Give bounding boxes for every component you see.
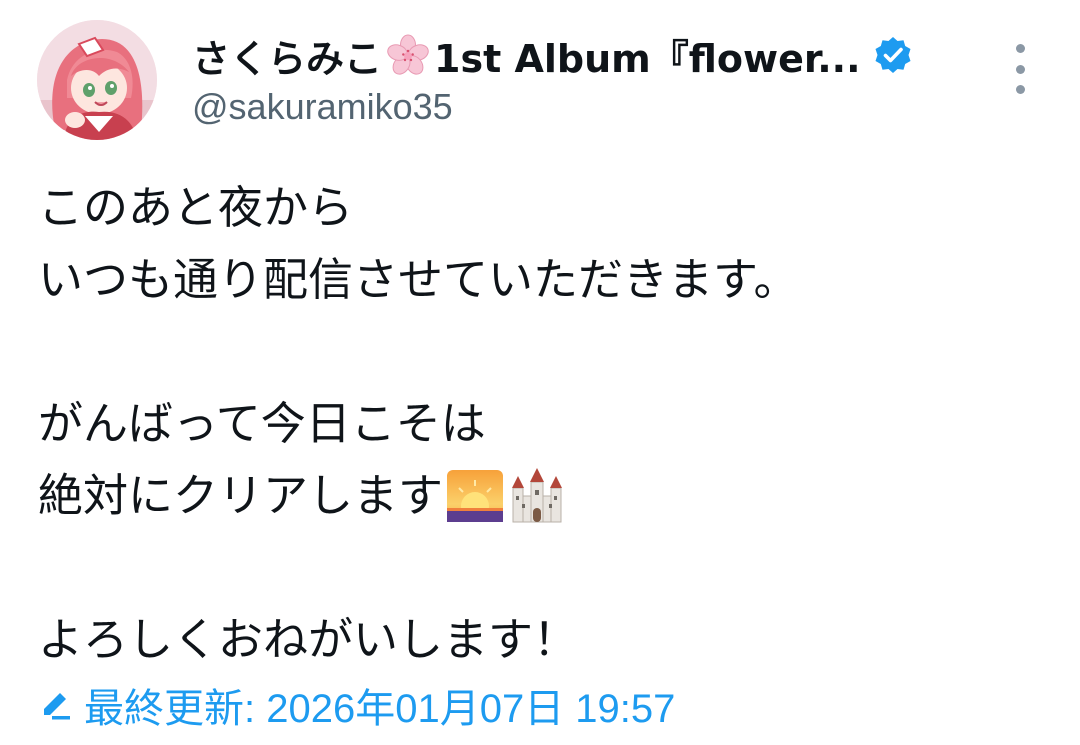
more-options-icon[interactable] (1005, 44, 1035, 94)
tweet-line: このあと夜から (38, 181, 354, 234)
tweet-line: よろしくおねがいします！ (38, 613, 579, 666)
author-name-row[interactable]: さくらみこ 1st Album『flower... (192, 28, 913, 82)
more-dot (1015, 44, 1025, 53)
more-dot (1015, 85, 1025, 94)
tweet-card: さくらみこ 1st Album『flower... @sakuramiko35 … (0, 0, 1080, 745)
tweet-line: がんばって今日こそは (38, 397, 486, 450)
avatar-image (37, 20, 157, 140)
display-name-prefix: さくらみこ (192, 36, 383, 81)
author-handle[interactable]: @sakuramiko35 (192, 86, 453, 128)
cherry-blossom-icon (384, 31, 432, 79)
edited-label: 最終更新: 2026年01月07日 19:57 (84, 687, 676, 731)
verified-badge-icon (873, 35, 913, 75)
tweet-text: このあと夜から いつも通り配信させていただきます。 がんばって今日こそは 絶対に… (38, 172, 1058, 676)
more-dot (1015, 64, 1025, 74)
sunrise-icon (445, 466, 505, 526)
avatar[interactable] (37, 20, 157, 140)
edited-timestamp[interactable]: 最終更新: 2026年01月07日 19:57 (38, 680, 675, 731)
tweet-line-with-emoji: 絶対にクリアします (38, 460, 1058, 532)
pencil-icon (44, 693, 70, 720)
display-name-suffix: 1st Album『flower... (434, 36, 861, 81)
tweet-line: いつも通り配信させていただきます。 (38, 253, 799, 306)
castle-icon (507, 466, 567, 526)
tweet-line-text: 絶対にクリアします (38, 469, 444, 522)
